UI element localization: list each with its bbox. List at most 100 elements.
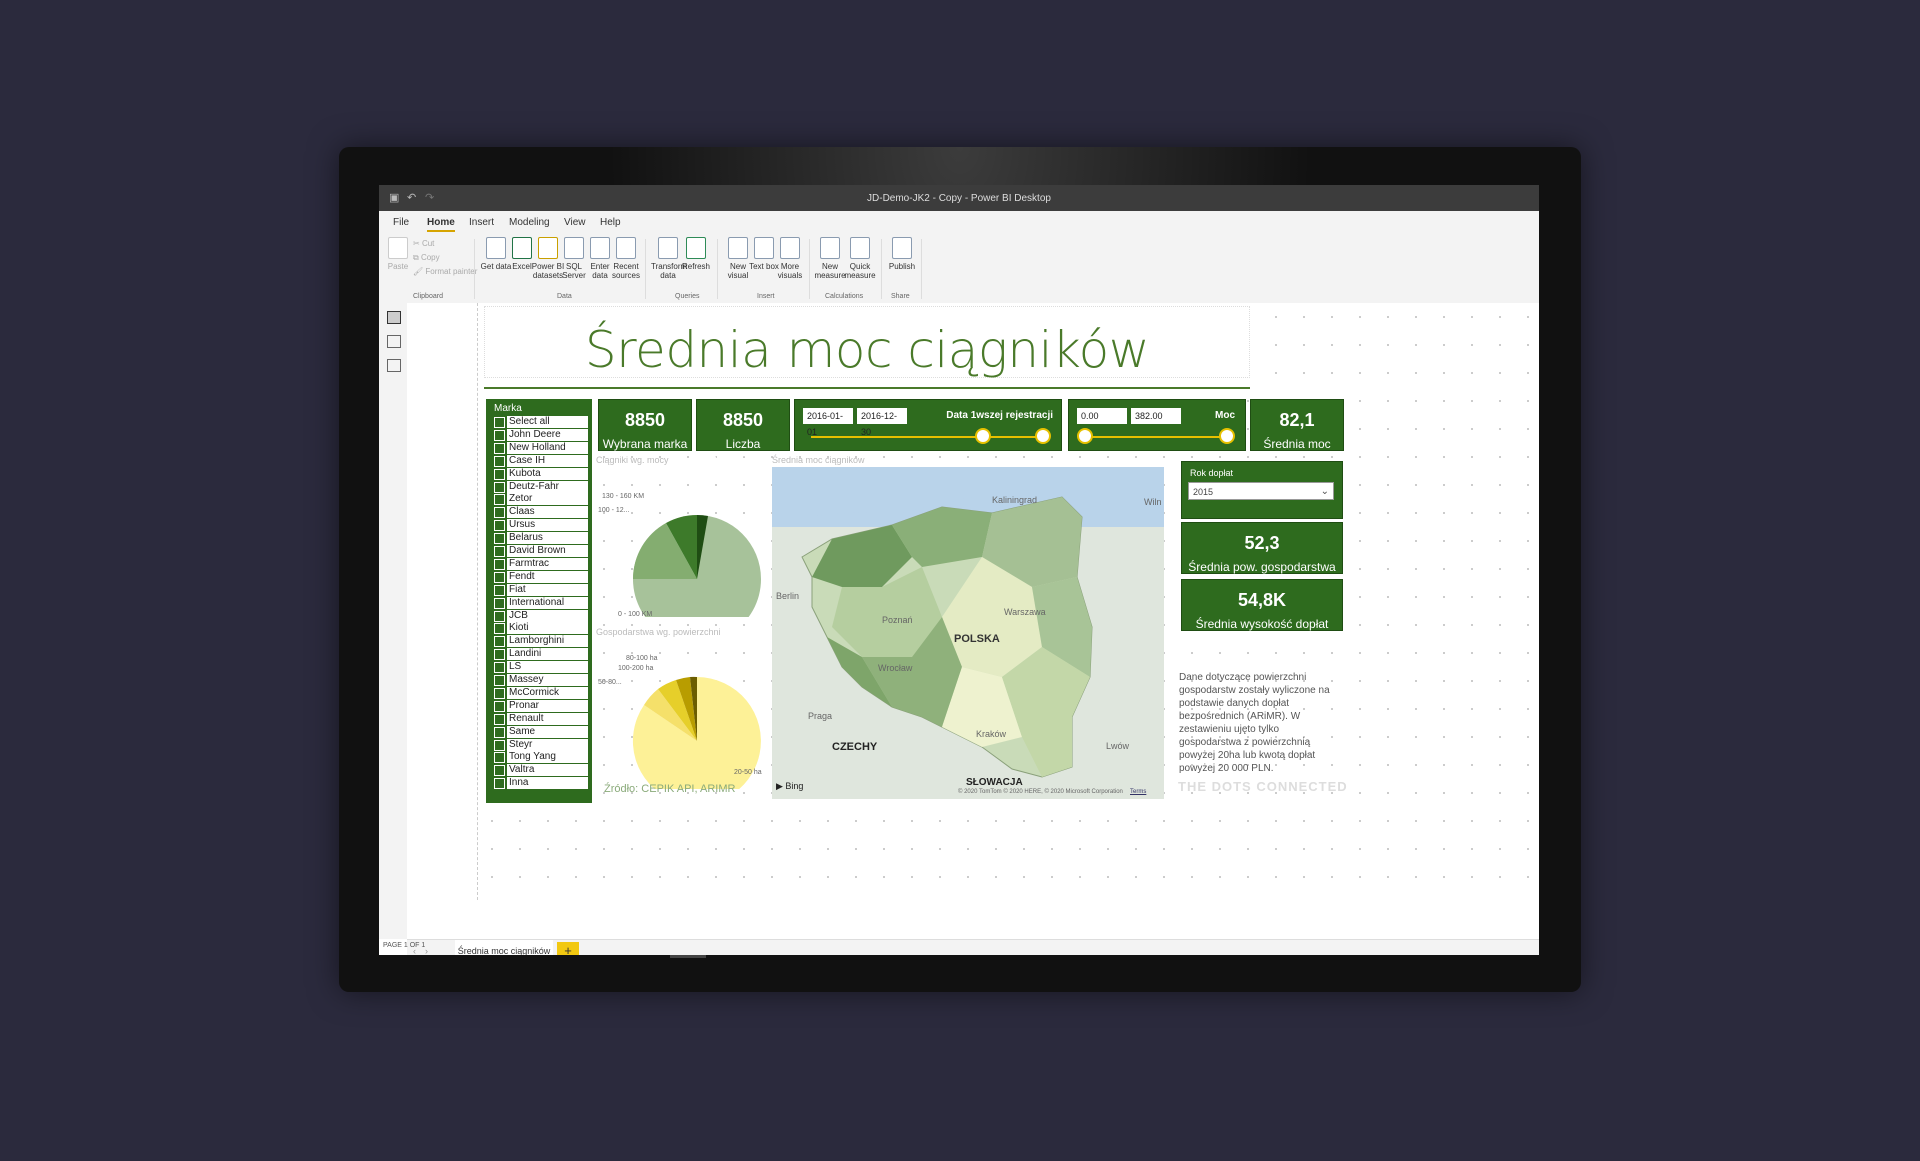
checkbox[interactable] [494,455,505,467]
checkbox[interactable] [494,507,505,519]
format-painter-button[interactable]: 🖌 Format painter [413,265,477,279]
moc-from-input[interactable]: 0.00 [1077,408,1127,424]
refresh-button[interactable]: Refresh [679,237,713,271]
title-textbox[interactable]: Średnia moc ciągników [484,306,1250,379]
moc-slider-handle-left[interactable] [1077,428,1093,444]
marka-option[interactable]: Kioti [494,622,588,635]
marka-option[interactable]: Fiat [494,583,588,596]
marka-option[interactable]: Ursus [494,519,588,532]
checkbox[interactable] [494,778,505,790]
marka-slicer[interactable]: Marka Select all John Deere New Holland Cas… [486,399,592,803]
marka-option[interactable]: JCB [494,609,588,622]
checkbox[interactable] [494,468,505,480]
date-slicer[interactable]: 2016-01-01 2016-12-30 Data 1wszej rejest… [794,399,1062,451]
checkbox[interactable] [494,494,505,506]
map-visual[interactable]: Kaliningrad Wiln Berlin Warszawa Poznań … [772,467,1164,799]
moc-slider-handle-right[interactable] [1219,428,1235,444]
checkbox[interactable] [494,662,505,674]
rok-doplat-dropdown[interactable]: 2015 ⌄ [1188,482,1334,500]
card-srednia-doplat[interactable]: 54,8K Średnia wysokość dopłat [1181,579,1343,631]
checkbox[interactable] [494,700,505,712]
page-next-icon[interactable]: › [425,946,428,955]
checkbox[interactable] [494,520,505,532]
menu-file[interactable]: File [393,217,409,228]
checkbox[interactable] [494,442,505,454]
marka-option[interactable]: Inna [494,777,588,790]
checkbox[interactable] [494,597,505,609]
publish-button[interactable]: Publish [885,237,919,271]
menu-home[interactable]: Home [427,217,455,232]
checkbox[interactable] [494,726,505,738]
checkbox[interactable] [494,765,505,777]
recent-sources-button[interactable]: Recent sources [609,237,643,280]
checkbox[interactable] [494,739,505,751]
pie-chart-moc[interactable] [596,467,766,617]
page-tab-srednia-moc[interactable]: Średnia moc ciągników [455,940,553,955]
marka-option[interactable]: Case IH [494,454,588,467]
marka-option[interactable]: Claas [494,506,588,519]
model-view-icon[interactable] [387,359,401,372]
paste-button[interactable]: Paste [381,237,415,271]
map-terms-link[interactable]: Terms [1130,789,1146,795]
checkbox[interactable] [494,649,505,661]
report-view-icon[interactable] [387,311,401,324]
card-liczba-wszystkich[interactable]: 8850 Liczba wszystkich [696,399,790,465]
add-page-button[interactable]: + [557,942,579,955]
date-from-input[interactable]: 2016-01-01 [803,408,853,437]
new-measure-button[interactable]: New measure [813,237,847,280]
marka-option[interactable]: Renault [494,712,588,725]
marka-option[interactable]: Same [494,725,588,738]
marka-option[interactable]: Landini [494,648,588,661]
date-slider-handle-right[interactable] [1035,428,1051,444]
checkbox[interactable] [494,752,505,764]
marka-option[interactable]: Farmtrac [494,557,588,570]
checkbox[interactable] [494,610,505,622]
marka-option[interactable]: John Deere [494,428,588,441]
marka-option[interactable]: Massey Ferguson [494,674,588,697]
checkbox[interactable] [494,584,505,596]
checkbox[interactable] [494,687,505,699]
marka-option[interactable]: Select all [494,416,588,428]
marka-option[interactable]: New Holland [494,441,588,454]
checkbox[interactable] [494,533,505,545]
checkbox[interactable] [494,546,505,557]
checkbox[interactable] [494,675,505,686]
date-to-input[interactable]: 2016-12-30 [857,408,907,437]
checkbox[interactable] [494,713,505,725]
checkbox[interactable] [494,429,505,441]
marka-option[interactable]: Fendt [494,570,588,583]
checkbox[interactable] [494,481,505,493]
marka-option[interactable]: LS [494,661,588,674]
menu-insert[interactable]: Insert [469,217,494,228]
marka-option[interactable]: Valtra [494,764,588,777]
rok-doplat-slicer[interactable]: Rok dopłat 2015 ⌄ [1181,461,1343,519]
checkbox[interactable] [494,636,505,648]
marka-option[interactable]: Tong Yang [494,751,588,764]
marka-option[interactable]: Lamborghini [494,635,588,648]
more-visuals-button[interactable]: More visuals [773,237,807,280]
marka-option[interactable]: Belarus [494,532,588,545]
marka-option[interactable]: Zetor [494,493,588,506]
checkbox[interactable] [494,417,505,428]
checkbox[interactable] [494,558,505,570]
cut-button[interactable]: ✂ Cut [413,237,477,251]
moc-slicer[interactable]: 0.00 382.00 Moc [1068,399,1246,451]
card-wybrana-marka[interactable]: 8850 Wybrana marka [598,399,692,451]
menu-help[interactable]: Help [600,217,621,228]
card-srednia-moc[interactable]: 82,1 Średnia moc [1250,399,1344,451]
copy-button[interactable]: ⧉ Copy [413,251,477,265]
marka-option[interactable]: International [494,596,588,609]
checkbox[interactable] [494,571,505,583]
checkbox[interactable] [494,623,505,635]
pie-chart-powierzchnia[interactable] [596,639,766,789]
marka-option[interactable]: Pronar [494,699,588,712]
marka-option[interactable]: McCormick [494,686,588,699]
moc-to-input[interactable]: 382.00 [1131,408,1181,424]
marka-option[interactable]: Kubota [494,467,588,480]
marka-option[interactable]: David Brown [494,545,588,557]
data-view-icon[interactable] [387,335,401,348]
marka-option[interactable]: Deutz-Fahr [494,480,588,493]
quick-measure-button[interactable]: Quick measure [843,237,877,280]
date-slider-handle-left[interactable] [975,428,991,444]
menu-modeling[interactable]: Modeling [509,217,550,228]
